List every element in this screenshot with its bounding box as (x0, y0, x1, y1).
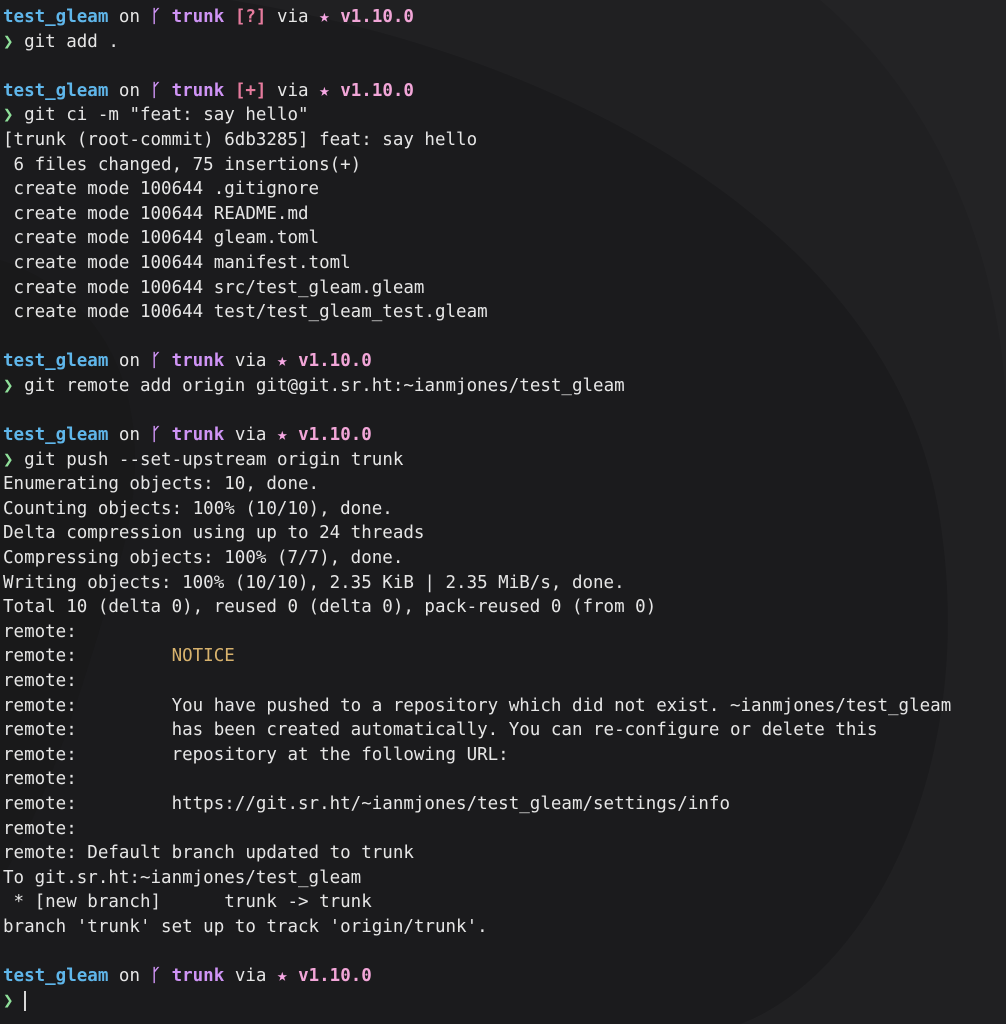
git-branch-icon: ᚴ (150, 425, 162, 446)
output-line: 6 files changed, 75 insertions(+) (3, 154, 362, 175)
output-line: remote: has been created automatically. … (3, 720, 878, 741)
output-line: remote: You have pushed to a repository … (3, 695, 952, 716)
output-line: create mode 100644 .gitignore (3, 179, 320, 200)
output-line: Compressing objects: 100% (7/7), done. (3, 548, 404, 569)
terminal-output: test_gleam on ᚴ trunk [?] via ★ v1.10.0 ❯… (0, 0, 1006, 1013)
git-branch-icon: ᚴ (150, 966, 162, 987)
output-line: create mode 100644 manifest.toml (3, 252, 351, 273)
output-line: remote: (3, 769, 77, 790)
output-line: * [new branch] trunk -> trunk (3, 892, 372, 913)
star-icon: ★ (276, 966, 288, 987)
branch-name: trunk (171, 80, 225, 101)
on-label: on (118, 425, 140, 446)
star-icon: ★ (276, 351, 288, 372)
prompt-header: test_gleam on ᚴ trunk via ★ v1.10.0 (3, 964, 1006, 989)
output-line: branch 'trunk' set up to track 'origin/t… (3, 916, 488, 937)
text-cursor[interactable] (24, 990, 27, 1011)
command-line: ❯ (3, 989, 1006, 1014)
output-line: create mode 100644 README.md (3, 203, 309, 224)
output-line: remote: https://git.sr.ht/~ianmjones/tes… (3, 794, 730, 814)
star-icon: ★ (319, 7, 330, 27)
command-text: git add . (24, 31, 119, 52)
on-label: on (118, 351, 140, 372)
prompt-header: test_gleam on ᚴ trunk via ★ v1.10.0 (3, 349, 1006, 374)
output-line: create mode 100644 src/test_gleam.gleam (3, 277, 425, 298)
command-line: ❯ git remote add origin git@git.sr.ht:~i… (3, 374, 1006, 399)
output-line: To git.sr.ht:~ianmjones/test_gleam (3, 867, 362, 888)
git-status: [?] (234, 7, 267, 27)
command-text: git push --set-upstream origin trunk (24, 449, 404, 470)
version-label: v1.10.0 (340, 80, 414, 101)
directory-name: test_gleam (3, 351, 109, 372)
output-line: remote: repository at the following URL: (3, 744, 509, 765)
star-icon: ★ (276, 425, 288, 446)
output-line: Enumerating objects: 10, done. (3, 474, 320, 495)
branch-name: trunk (171, 351, 225, 372)
directory-name: test_gleam (3, 425, 109, 446)
via-label: via (234, 966, 267, 987)
directory-name: test_gleam (3, 80, 109, 101)
output-line: Counting objects: 100% (10/10), done. (3, 498, 393, 519)
star-icon: ★ (319, 80, 330, 101)
version-label: v1.10.0 (340, 7, 414, 27)
output-line: create mode 100644 gleam.toml (3, 228, 320, 249)
on-label: on (118, 80, 140, 101)
output-line: Writing objects: 100% (10/10), 2.35 KiB … (3, 572, 625, 593)
branch-name: trunk (171, 425, 225, 446)
branch-name: trunk (171, 7, 225, 27)
chevron-right-icon: ❯ (3, 31, 14, 52)
via-label: via (276, 7, 309, 27)
directory-name: test_gleam (3, 7, 109, 27)
branch-name: trunk (171, 966, 225, 987)
git-branch-icon: ᚴ (150, 7, 162, 27)
prompt-header: test_gleam on ᚴ trunk [?] via ★ v1.10.0 (3, 5, 1006, 30)
notice-label: NOTICE (171, 646, 235, 667)
output-line: remote: (3, 671, 77, 692)
output-line: Total 10 (delta 0), reused 0 (delta 0), … (3, 597, 657, 618)
prompt-header: test_gleam on ᚴ trunk via ★ v1.10.0 (3, 423, 1006, 448)
command-text: git remote add origin git@git.sr.ht:~ian… (24, 375, 625, 396)
output-line: create mode 100644 test/test_gleam_test.… (3, 302, 488, 323)
output-line: remote: (3, 621, 77, 642)
output-line: remote: Default branch updated to trunk (3, 843, 414, 864)
via-label: via (234, 425, 267, 446)
via-label: via (234, 351, 267, 372)
prompt-header: test_gleam on ᚴ trunk [+] via ★ v1.10.0 (3, 79, 1006, 104)
chevron-right-icon: ❯ (3, 375, 14, 396)
version-label: v1.10.0 (298, 351, 372, 372)
command-line: ❯ git add . (3, 30, 1006, 55)
chevron-right-icon: ❯ (3, 105, 14, 126)
git-branch-icon: ᚴ (150, 351, 162, 372)
command-line: ❯ git ci -m "feat: say hello" (3, 103, 1006, 128)
output-line: remote: (3, 818, 77, 839)
version-label: v1.10.0 (298, 966, 372, 987)
on-label: on (118, 7, 140, 27)
chevron-right-icon: ❯ (3, 449, 14, 470)
git-status: [+] (234, 80, 267, 101)
version-label: v1.10.0 (298, 425, 372, 446)
output-line: remote: NOTICE (3, 646, 235, 667)
command-text: git ci -m "feat: say hello" (24, 105, 309, 126)
on-label: on (118, 966, 140, 987)
chevron-right-icon: ❯ (3, 990, 14, 1011)
git-branch-icon: ᚴ (150, 80, 162, 101)
via-label: via (276, 80, 309, 101)
command-line: ❯ git push --set-upstream origin trunk (3, 448, 1006, 473)
output-line: Delta compression using up to 24 threads (3, 523, 425, 544)
output-line: [trunk (root-commit) 6db3285] feat: say … (3, 129, 478, 150)
directory-name: test_gleam (3, 966, 109, 987)
